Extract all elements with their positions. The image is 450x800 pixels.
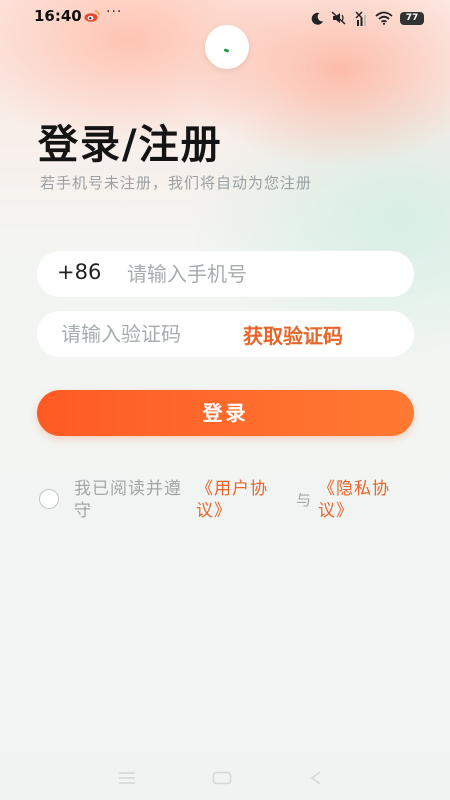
phone-field: +86	[37, 251, 414, 297]
home-icon[interactable]	[212, 771, 232, 785]
status-icons: 77	[311, 8, 424, 28]
page-title: 登录/注册	[38, 122, 223, 168]
navigation-bar	[0, 755, 450, 800]
user-agreement-link[interactable]: 《用户协议》	[196, 478, 288, 522]
moon-icon	[311, 12, 323, 25]
get-code-button[interactable]: 获取验证码	[243, 320, 343, 349]
agreement-text: 我已阅读并遵守	[74, 479, 182, 521]
phone-input[interactable]	[127, 255, 397, 293]
mute-icon	[331, 11, 346, 25]
login-button[interactable]: 登录	[37, 390, 414, 436]
verification-code-field: 获取验证码	[37, 311, 414, 357]
page-subtitle: 若手机号未注册，我们将自动为您注册	[40, 174, 313, 192]
battery-icon: 77	[400, 11, 424, 25]
app-logo	[205, 25, 249, 69]
no-sim-icon	[355, 10, 366, 26]
back-icon[interactable]	[310, 771, 322, 785]
agreement-and-text: 与	[296, 491, 312, 509]
wifi-icon	[375, 11, 393, 25]
verification-code-input[interactable]	[61, 315, 241, 353]
status-more: ···	[106, 4, 123, 20]
logo-mark	[223, 48, 230, 53]
weibo-icon	[84, 10, 100, 22]
menu-icon[interactable]	[118, 771, 136, 785]
agreement-radio[interactable]	[39, 489, 59, 509]
status-time: 16:40	[34, 7, 82, 25]
privacy-policy-link[interactable]: 《隐私协议》	[318, 478, 410, 522]
country-code[interactable]: +86	[57, 260, 101, 284]
